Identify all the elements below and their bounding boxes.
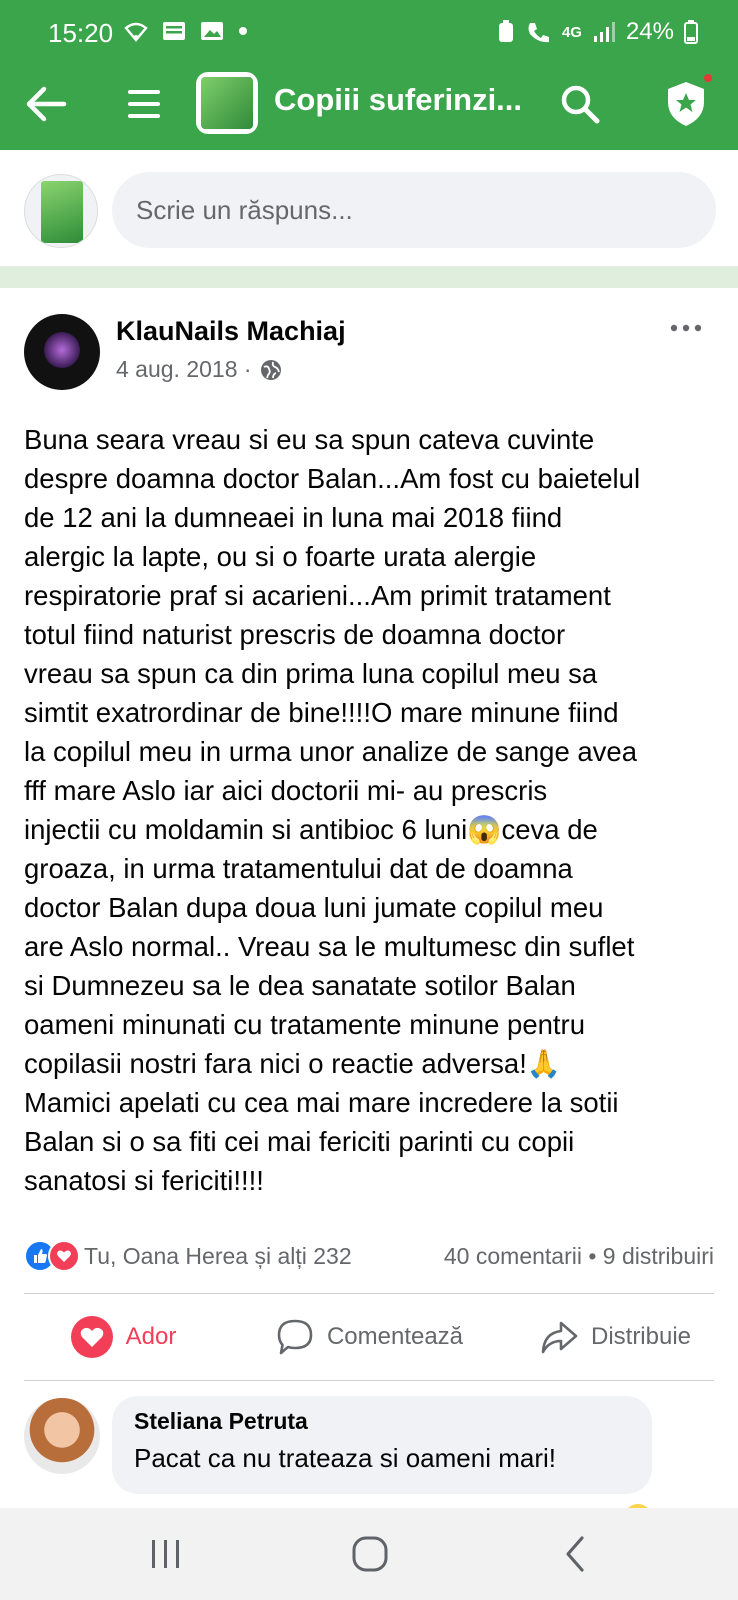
post-line: despre doamna doctor Balan...Am fost cu … [24, 463, 641, 494]
post-line: totul fiind naturist prescris de doamna … [24, 619, 566, 650]
comment-author-name[interactable]: Steliana Petruta [134, 1408, 630, 1435]
status-bar: 15:20 4G 24% [0, 0, 738, 66]
comment-button[interactable]: Comentează [246, 1317, 492, 1357]
post-author-avatar[interactable] [24, 314, 100, 390]
notification-icons [124, 20, 248, 42]
love-button[interactable]: Ador [0, 1315, 246, 1359]
shield-star-icon[interactable] [664, 80, 708, 128]
post-author-name[interactable]: KlauNails Machiaj [116, 316, 346, 347]
post-line: Mamici apelati cu cea mai mare incredere… [24, 1087, 619, 1118]
reaction-icons [24, 1240, 84, 1272]
share-label: Distribuie [590, 1323, 692, 1350]
post-line: respiratorie praf si acarieni...Am primi… [24, 580, 611, 611]
user-avatar [24, 174, 98, 248]
post-line: copilasii nostri fara nici o reactie adv… [24, 1048, 562, 1079]
gallery-icon [201, 22, 223, 40]
post-line: si Dumnezeu sa le dea sanatate sotilor B… [24, 970, 576, 1001]
divider [24, 1293, 714, 1294]
divider [24, 1380, 714, 1381]
love-reaction-icon [48, 1240, 80, 1272]
comment-author-avatar[interactable] [24, 1398, 100, 1474]
post-line: injectii cu moldamin si antibioc 6 luni😱… [24, 814, 598, 845]
post-date[interactable]: 4 aug. 2018 · [116, 356, 252, 383]
comment-label: Comentează [326, 1323, 464, 1350]
recents-icon[interactable] [142, 1532, 190, 1576]
group-image[interactable] [196, 72, 258, 134]
post-line: vreau sa spun ca din prima luna copilul … [24, 658, 598, 689]
post-line: oameni minunati cu tratamente minune pen… [24, 1009, 586, 1040]
top-bar: 15:20 4G 24% Copiii suferinzi... [0, 0, 738, 150]
post-line: fff mare Aslo iar aici doctorii mi- au p… [24, 775, 548, 806]
post-stats[interactable]: 40 comentarii • 9 distribuiri [444, 1243, 714, 1270]
heart-icon [70, 1316, 113, 1358]
post-line: are Aslo normal.. Vreau sa le multumesc … [24, 931, 635, 962]
wifi-icon [124, 22, 148, 42]
post-line: doctor Balan dupa doua luni jumate copil… [24, 892, 604, 923]
post-body: Buna seara vreau si eu sa spun cateva cu… [24, 420, 724, 1200]
post-actions: Ador Comentează Distribuie [0, 1304, 738, 1370]
signal-icon [593, 22, 615, 42]
share-icon [541, 1321, 578, 1354]
call-icon [528, 23, 549, 43]
more-icon[interactable] [668, 318, 704, 338]
post-meta: 4 aug. 2018 · [116, 356, 282, 383]
back-icon[interactable] [552, 1532, 600, 1576]
post-line: simtit exatrordinar de bine!!!!O mare mi… [24, 697, 619, 728]
battery-icon [684, 20, 698, 44]
love-label: Ador [125, 1323, 177, 1350]
post-line: Buna seara vreau si eu sa spun cateva cu… [24, 424, 595, 455]
post-line: de 12 ani la dumneaei in luna mai 2018 f… [24, 502, 563, 533]
reactions-text[interactable]: Tu, Oana Herea și alți 232 [84, 1243, 352, 1270]
news-icon [163, 22, 185, 40]
post-line: alergic la lapte, ou si o foarte urata a… [24, 541, 537, 572]
globe-icon [260, 359, 281, 380]
post-line: sanatosi si fericiti!!!! [24, 1165, 264, 1196]
app-bar: Copiii suferinzi... [0, 66, 738, 150]
system-nav-bar [0, 1508, 738, 1600]
notification-dot [702, 72, 714, 84]
comment-text: Pacat ca nu trateaza si oameni mari! [134, 1443, 556, 1473]
reply-input[interactable]: Scrie un răspuns... [112, 172, 716, 248]
battery-percent: 24% [625, 18, 674, 45]
post-line: la copilul meu in urma unor analize de s… [24, 736, 638, 767]
comment-icon [277, 1319, 313, 1355]
dot-icon [239, 27, 247, 35]
search-icon[interactable] [560, 84, 600, 124]
system-icons: 4G 24% [496, 18, 698, 46]
post-line: Balan si o sa fiti cei mai fericiti pari… [24, 1126, 575, 1157]
comment-bubble[interactable]: Steliana Petruta Pacat ca nu trateaza si… [112, 1396, 652, 1494]
data-saver-icon [498, 20, 513, 42]
back-arrow-icon[interactable] [24, 82, 68, 126]
post-line: groaza, in urma tratamentului dat de doa… [24, 853, 573, 884]
status-time: 15:20 [48, 18, 114, 48]
reply-composer: Scrie un răspuns... [0, 150, 738, 262]
network-label: 4G [561, 23, 582, 41]
group-title[interactable]: Copiii suferinzi... [274, 82, 522, 118]
home-icon[interactable] [346, 1532, 394, 1576]
reactions-summary[interactable]: Tu, Oana Herea și alți 232 40 comentarii… [24, 1236, 714, 1276]
section-divider [0, 266, 738, 288]
share-button[interactable]: Distribuie [492, 1317, 738, 1357]
menu-icon[interactable] [126, 84, 162, 124]
